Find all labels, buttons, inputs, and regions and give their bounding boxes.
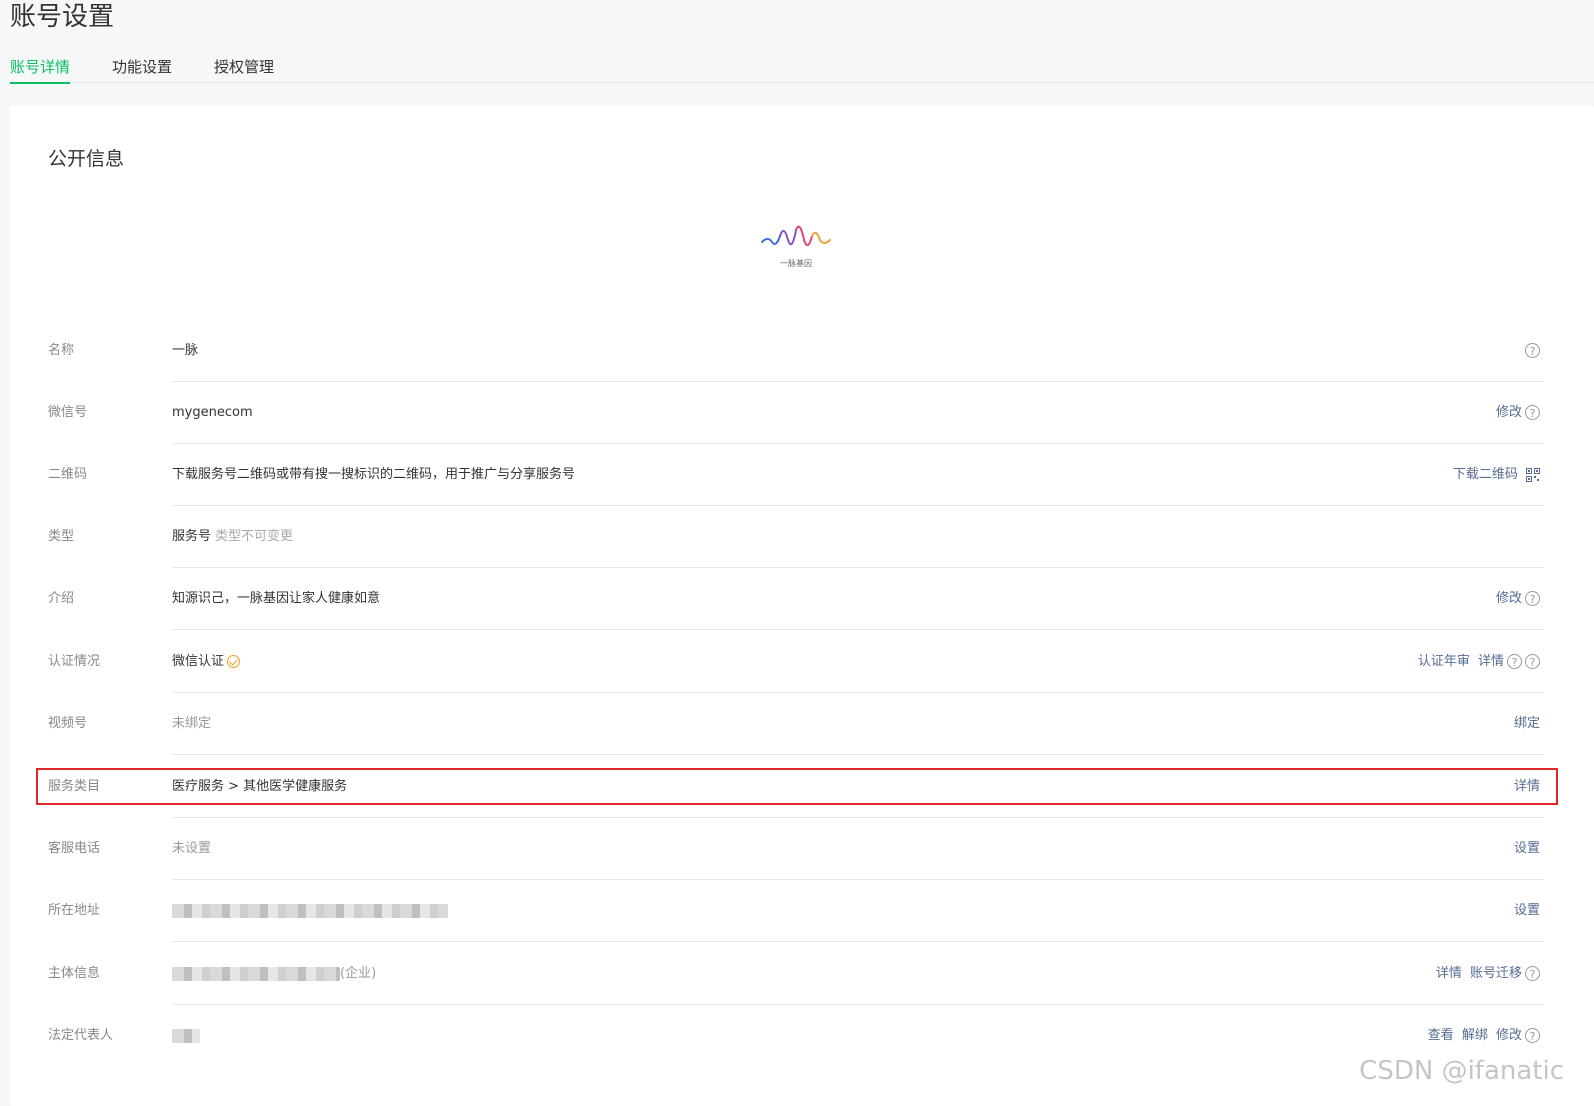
tab-feature-settings[interactable]: 功能设置	[112, 56, 172, 82]
public-info-card: 公开信息 一脉基因 名称 一脉 ? 微信号 mygenecom 修改? 二维码 …	[10, 106, 1594, 1106]
row-name: 名称 一脉 ?	[48, 320, 1544, 382]
annual-review-link[interactable]: 认证年审	[1418, 654, 1470, 669]
entity-value: (企业)	[172, 943, 376, 1005]
row-verification: 认证情况 微信认证 认证年审 详情??	[48, 631, 1544, 693]
help-icon[interactable]: ?	[1525, 591, 1540, 606]
bind-channels-link[interactable]: 绑定	[1514, 716, 1540, 731]
tab-account-details[interactable]: 账号详情	[10, 56, 71, 84]
row-label: 所在地址	[48, 903, 101, 918]
wechat-id-value: mygenecom	[172, 405, 253, 420]
category-detail-link[interactable]: 详情	[1514, 779, 1540, 794]
divider	[172, 629, 1544, 630]
help-icon[interactable]: ?	[1525, 966, 1540, 981]
row-label: 微信号	[48, 405, 88, 420]
type-note: 类型不可变更	[215, 529, 294, 544]
row-label: 客服电话	[48, 841, 101, 856]
verification-value: 微信认证	[172, 631, 241, 693]
set-phone-link[interactable]: 设置	[1514, 841, 1540, 856]
row-label: 视频号	[48, 716, 88, 731]
channels-value: 未绑定	[172, 716, 212, 731]
qrcode-description: 下载服务号二维码或带有搜一搜标识的二维码，用于推广与分享服务号	[172, 467, 576, 482]
logo-text: 一脉基因	[780, 259, 812, 268]
row-label: 法定代表人	[48, 1028, 114, 1043]
divider	[172, 754, 1544, 755]
divider	[172, 941, 1544, 942]
unbind-legal-link[interactable]: 解绑	[1462, 1028, 1488, 1043]
account-logo[interactable]: 一脉基因	[758, 222, 834, 270]
row-address: 所在地址 设置	[48, 880, 1544, 942]
edit-intro-link[interactable]: 修改	[1496, 591, 1522, 606]
row-label: 名称	[48, 343, 75, 358]
row-service-phone: 客服电话 未设置 设置	[48, 818, 1544, 880]
account-migration-link[interactable]: 账号迁移	[1470, 966, 1522, 981]
qrcode-icon[interactable]	[1526, 467, 1540, 482]
row-label: 认证情况	[48, 654, 101, 669]
verification-status: 微信认证	[172, 654, 225, 669]
row-label: 类型	[48, 529, 75, 544]
help-icon[interactable]: ?	[1525, 405, 1540, 420]
download-qrcode-link[interactable]: 下载二维码	[1453, 467, 1518, 482]
help-icon[interactable]: ?	[1507, 654, 1522, 669]
verified-check-icon	[227, 655, 241, 668]
logo-wave-icon	[761, 225, 831, 247]
row-qrcode: 二维码 下载服务号二维码或带有搜一搜标识的二维码，用于推广与分享服务号 下载二维…	[48, 444, 1544, 506]
service-phone-value: 未设置	[172, 841, 212, 856]
view-legal-link[interactable]: 查看	[1428, 1028, 1454, 1043]
tab-authorization[interactable]: 授权管理	[214, 56, 274, 82]
row-intro: 介绍 知源识己，一脉基因让家人健康如意 修改?	[48, 568, 1544, 630]
row-type: 类型 服务号 类型不可变更	[48, 506, 1544, 568]
row-channels: 视频号 未绑定 绑定	[48, 693, 1544, 755]
set-address-link[interactable]: 设置	[1514, 903, 1540, 918]
watermark: CSDN @ifanatic	[1359, 1056, 1564, 1086]
address-value	[172, 880, 448, 942]
type-value: 服务号 类型不可变更	[172, 506, 293, 568]
legal-representative-value	[172, 1005, 200, 1067]
service-category-value: 医疗服务 > 其他医学健康服务	[172, 779, 348, 794]
entity-detail-link[interactable]: 详情	[1436, 966, 1462, 981]
account-type: 服务号	[172, 529, 212, 544]
edit-legal-link[interactable]: 修改	[1496, 1028, 1522, 1043]
tab-bar: 账号详情 功能设置 授权管理	[10, 52, 1594, 84]
row-wechat-id: 微信号 mygenecom 修改?	[48, 382, 1544, 444]
row-service-category: 服务类目 医疗服务 > 其他医学健康服务 详情	[48, 756, 1544, 818]
help-icon[interactable]: ?	[1525, 343, 1540, 358]
help-icon[interactable]: ?	[1525, 1028, 1540, 1043]
verification-detail-link[interactable]: 详情	[1478, 654, 1504, 669]
row-legal-representative: 法定代表人 查看 解绑 修改?	[48, 1005, 1544, 1067]
redacted-address	[172, 903, 448, 918]
row-entity: 主体信息 (企业) 详情 账号迁移?	[48, 943, 1544, 1005]
row-label: 介绍	[48, 591, 75, 606]
help-icon[interactable]: ?	[1525, 654, 1540, 669]
intro-value: 知源识己，一脉基因让家人健康如意	[172, 591, 381, 606]
redacted-entity-name	[172, 966, 340, 981]
section-title: 公开信息	[48, 148, 125, 170]
redacted-legal-name	[172, 1028, 200, 1043]
account-name-value: 一脉	[172, 343, 199, 358]
entity-type: (企业)	[340, 966, 377, 981]
edit-wechat-id-link[interactable]: 修改	[1496, 405, 1522, 420]
page-title: 账号设置	[10, 2, 115, 32]
row-label: 主体信息	[48, 966, 101, 981]
row-label: 二维码	[48, 467, 88, 482]
row-label: 服务类目	[48, 779, 101, 794]
